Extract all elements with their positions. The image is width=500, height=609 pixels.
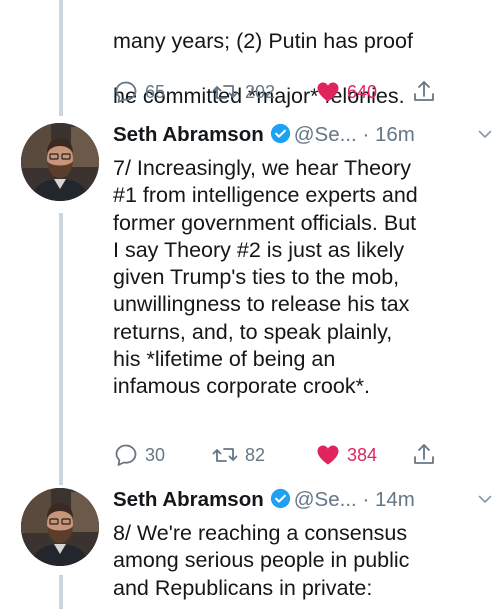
avatar-photo [21, 488, 99, 566]
tweet-actions: 65 202 640 [113, 78, 453, 106]
reply-icon [115, 444, 137, 466]
share-button[interactable] [411, 78, 437, 106]
verified-badge-icon [270, 123, 290, 144]
chevron-down-icon[interactable] [477, 491, 493, 507]
tweet-timestamp[interactable]: 16m [375, 123, 415, 146]
heart-icon [317, 82, 339, 102]
author-name[interactable]: Seth Abramson [113, 488, 264, 511]
like-button[interactable]: 384 [315, 441, 377, 469]
share-icon [414, 444, 434, 464]
tweet-header: Seth Abramson @Se... · 14m [113, 487, 493, 513]
author-name[interactable]: Seth Abramson [113, 123, 264, 146]
retweet-count: 82 [245, 445, 266, 465]
share-icon [414, 81, 434, 101]
thread-line [59, 575, 63, 609]
reply-count: 65 [145, 82, 166, 102]
tweet-text: 7/ Increasingly, we hear Theory #1 from … [113, 156, 418, 399]
reply-button[interactable]: 30 [113, 441, 165, 469]
like-button[interactable]: 640 [315, 78, 377, 106]
avatar[interactable] [21, 488, 99, 566]
reply-count: 30 [145, 445, 166, 465]
tweet-text: 8/ We're reaching a consensus among seri… [113, 521, 410, 600]
tweet-text: many years; (2) Putin has proof he commi… [113, 1, 493, 137]
like-count: 384 [347, 445, 378, 465]
retweet-icon [212, 448, 238, 462]
separator-dot: · [362, 123, 370, 146]
retweet-count: 202 [245, 82, 276, 102]
avatar-photo [21, 123, 99, 201]
like-count: 640 [347, 82, 378, 102]
separator-dot: · [362, 488, 370, 511]
verified-badge-icon [270, 488, 290, 509]
thread-line [59, 0, 63, 116]
heart-icon [317, 445, 339, 465]
tweet-timestamp[interactable]: 14m [375, 488, 415, 511]
retweet-button[interactable]: 202 [211, 78, 275, 106]
thread-line [59, 213, 63, 485]
share-button[interactable] [411, 441, 437, 469]
author-handle[interactable]: @Se... [294, 488, 357, 511]
avatar[interactable] [21, 123, 99, 201]
tweet-header: Seth Abramson @Se... · 16m [113, 122, 493, 148]
author-handle[interactable]: @Se... [294, 123, 357, 146]
retweet-icon [212, 85, 238, 99]
reply-icon [115, 81, 137, 103]
reply-button[interactable]: 65 [113, 78, 165, 106]
retweet-button[interactable]: 82 [211, 441, 265, 469]
chevron-down-icon[interactable] [477, 126, 493, 142]
tweet-text-line: many years; (2) Putin has proof [113, 29, 413, 54]
tweet-actions: 30 82 384 [113, 441, 453, 469]
